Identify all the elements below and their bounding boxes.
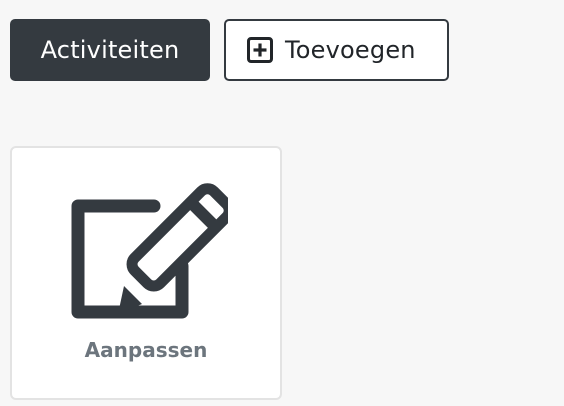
activities-button[interactable]: Activiteiten bbox=[10, 19, 210, 81]
edit-card-label: Aanpassen bbox=[84, 338, 208, 362]
plus-square-icon bbox=[246, 36, 274, 64]
edit-icon bbox=[68, 182, 228, 324]
add-button[interactable]: Toevoegen bbox=[224, 19, 449, 81]
add-button-label: Toevoegen bbox=[285, 36, 416, 64]
edit-card[interactable]: Aanpassen bbox=[10, 146, 282, 400]
activities-button-label: Activiteiten bbox=[40, 36, 180, 64]
toolbar: Activiteiten Toevoegen bbox=[10, 19, 449, 81]
